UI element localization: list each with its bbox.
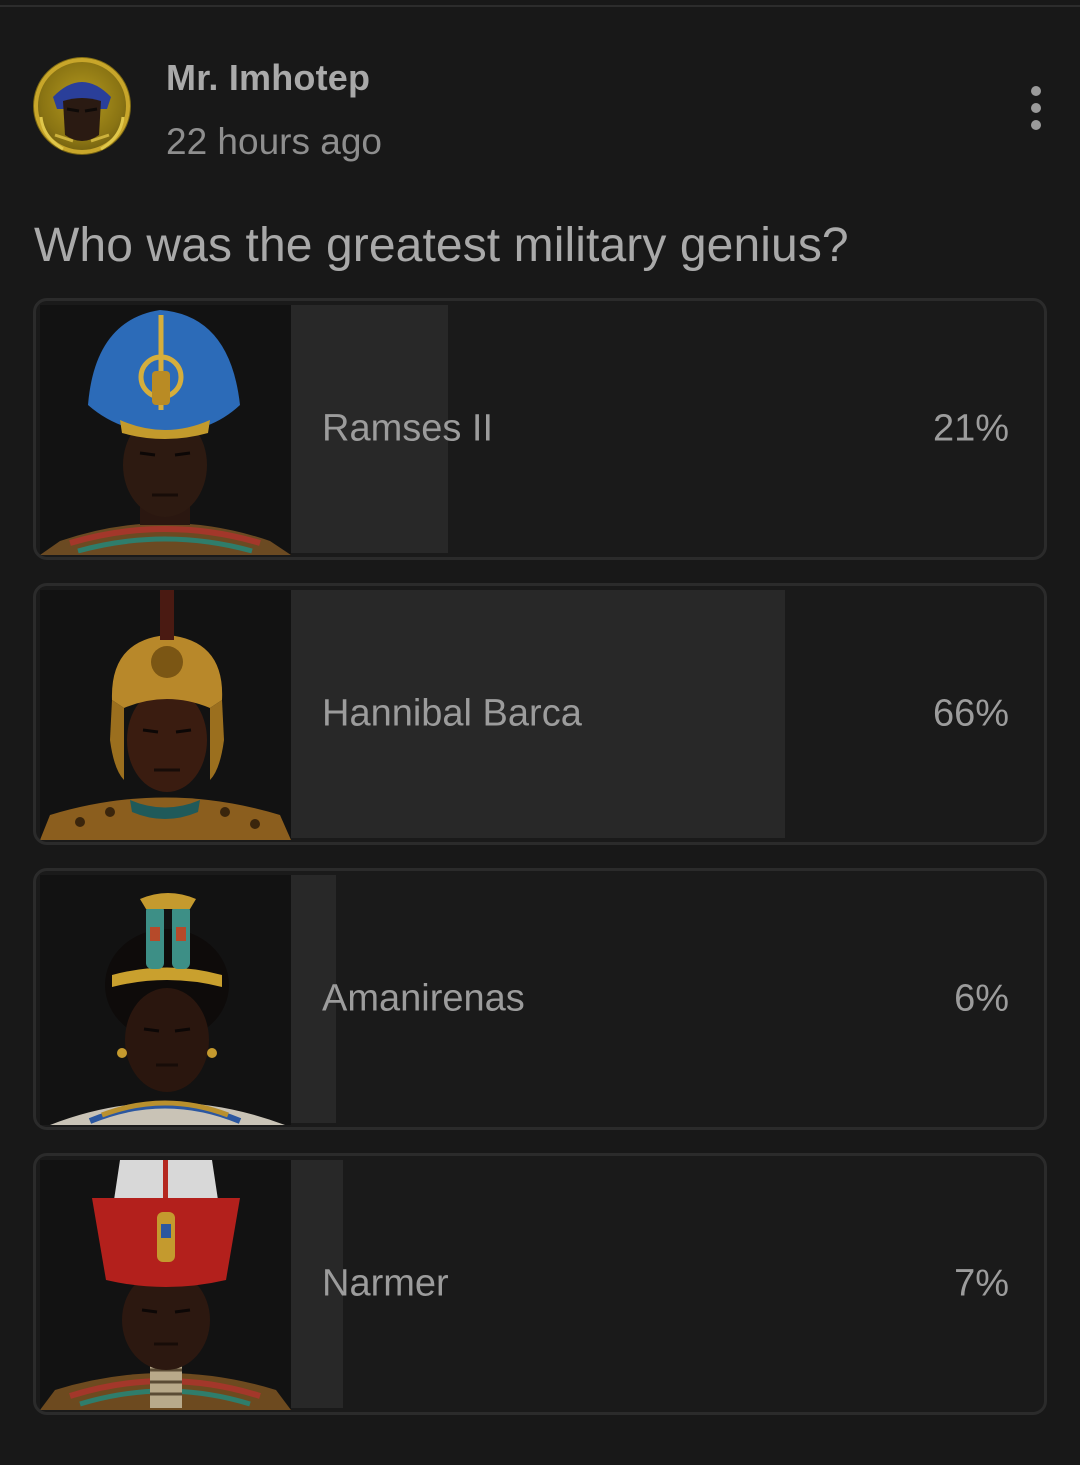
poll-result-area: Amanirenas 6% bbox=[291, 875, 1040, 1123]
ramses-ii-portrait-image bbox=[40, 305, 291, 555]
amanirenas-portrait-image bbox=[40, 875, 291, 1125]
poll-option-percent: 7% bbox=[954, 1262, 1009, 1305]
vertical-ellipsis-icon-dot bbox=[1031, 120, 1041, 130]
poll-option[interactable]: Ramses II 21% bbox=[33, 298, 1047, 560]
poll-option[interactable]: Narmer 7% bbox=[33, 1153, 1047, 1415]
author-name[interactable]: Mr. Imhotep bbox=[166, 57, 370, 99]
vertical-ellipsis-icon-dot bbox=[1031, 103, 1041, 113]
poll-option-label: Amanirenas bbox=[322, 977, 525, 1020]
post-header: Mr. Imhotep 22 hours ago bbox=[0, 0, 1080, 180]
poll-option[interactable]: Amanirenas 6% bbox=[33, 868, 1047, 1130]
vertical-ellipsis-icon bbox=[1031, 86, 1041, 96]
poll-result-area: Ramses II 21% bbox=[291, 305, 1040, 553]
poll-option-label: Narmer bbox=[322, 1262, 449, 1305]
author-avatar[interactable] bbox=[33, 57, 131, 155]
more-options-button[interactable] bbox=[1010, 80, 1062, 136]
poll-result-area: Hannibal Barca 66% bbox=[291, 590, 1040, 838]
poll-option-percent: 21% bbox=[932, 407, 1009, 450]
poll-option-label: Ramses II bbox=[322, 407, 494, 450]
post-timestamp: 22 hours ago bbox=[166, 121, 383, 162]
poll-option-percent: 6% bbox=[954, 977, 1009, 1020]
poll-option-label: Hannibal Barca bbox=[322, 692, 582, 735]
poll-option[interactable]: Hannibal Barca 66% bbox=[33, 583, 1047, 845]
hannibal-barca-portrait-image bbox=[40, 590, 291, 840]
poll-question: Who was the greatest military genius? bbox=[34, 219, 849, 272]
narmer-portrait-image bbox=[40, 1160, 291, 1410]
poll-result-area: Narmer 7% bbox=[291, 1160, 1040, 1408]
poll: Ramses II 21% Hannibal Barca 66% Amanire… bbox=[33, 298, 1047, 1415]
poll-option-percent: 66% bbox=[932, 692, 1009, 735]
